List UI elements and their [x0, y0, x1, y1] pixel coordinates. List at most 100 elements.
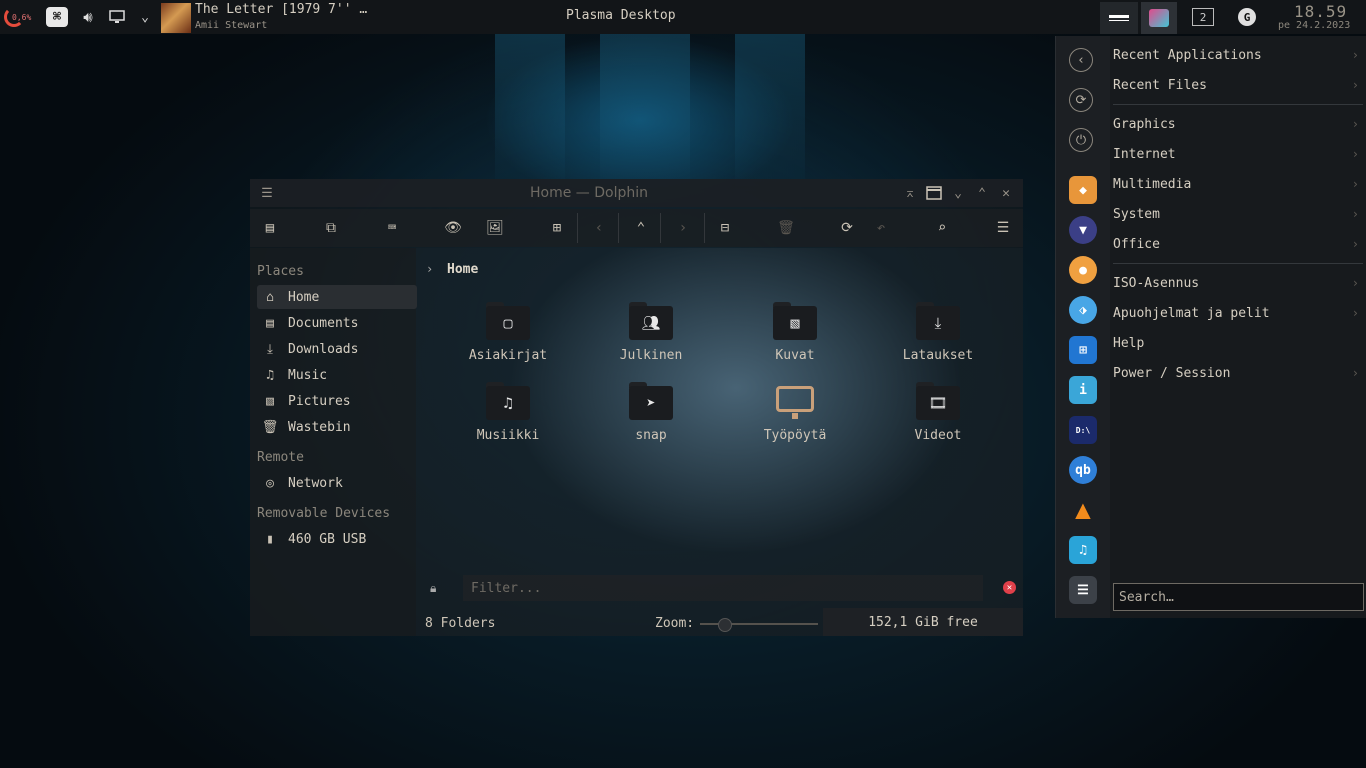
places-item-home[interactable]: ⌂ Home	[257, 285, 417, 309]
menu-graphics[interactable]: Graphics ›	[1113, 112, 1363, 136]
menu-apuohjelmat-ja-pelit[interactable]: Apuohjelmat ja pelit ›	[1113, 301, 1363, 325]
power-icon[interactable]: ⏻	[1069, 128, 1093, 152]
keep-above-icon[interactable]: ⌅	[900, 183, 920, 203]
places-item-wastebin[interactable]: 🗑︎ Wastebin	[257, 415, 417, 439]
clock-time[interactable]: 18.59	[1294, 2, 1347, 21]
qbittorrent-icon[interactable]: qb	[1069, 456, 1097, 484]
folder-item[interactable]: ⤓ Lataukset	[883, 302, 993, 363]
task-manager-app-button[interactable]	[1141, 2, 1177, 34]
vlc-icon[interactable]: ▲	[1069, 495, 1097, 525]
menu-multimedia[interactable]: Multimedia ›	[1113, 172, 1363, 196]
places-item-music[interactable]: ♫ Music	[257, 363, 417, 387]
menu-internet[interactable]: Internet ›	[1113, 142, 1363, 166]
split-view-icon[interactable]: ▤	[258, 217, 282, 239]
menu-power-session[interactable]: Power / Session ›	[1113, 361, 1363, 385]
app-icon[interactable]: ●	[1069, 256, 1097, 284]
virtual-desktop-pager[interactable]: 2	[1192, 8, 1214, 26]
menu-iso-asennus[interactable]: ISO-Asennus ›	[1113, 271, 1363, 295]
undo-icon[interactable]: ↶	[869, 217, 893, 239]
media-title[interactable]: The Letter [1979 7'' …	[195, 2, 367, 17]
folder-item[interactable]: ♫ Musiikki	[453, 382, 563, 443]
places-item-label: Home	[288, 289, 320, 305]
zoom-slider-handle[interactable]	[717, 618, 732, 632]
g-icon[interactable]: G	[1238, 8, 1256, 26]
close-icon[interactable]: ✕	[996, 183, 1016, 203]
new-window-icon[interactable]: ⧉	[319, 217, 343, 239]
folder-item[interactable]: Työpöytä	[740, 382, 850, 443]
window-titlebar[interactable]: ☰ Home — Dolphin ⌅ ⌄ ⌃ ✕	[250, 179, 1023, 207]
places-item-usb[interactable]: ▮ 460 GB USB	[257, 527, 417, 551]
public-folder-icon: 👥︎	[629, 306, 673, 340]
reload-icon[interactable]: ⟳	[835, 217, 859, 239]
folder-label: snap	[635, 428, 667, 443]
settings-icon[interactable]: ☰	[1069, 576, 1097, 604]
application-menu-button[interactable]	[1100, 2, 1138, 34]
filter-input[interactable]	[463, 575, 983, 601]
display-icon[interactable]	[107, 7, 127, 27]
album-art[interactable]	[161, 3, 191, 33]
delete-icon[interactable]: 🗑︎	[774, 217, 798, 239]
menu-separator	[1113, 104, 1363, 105]
clock-date[interactable]: pe 24.2.2023	[1278, 20, 1350, 31]
places-item-label: Wastebin	[288, 419, 351, 435]
back-icon[interactable]: ‹	[587, 217, 611, 239]
zoom-label: Zoom:	[655, 616, 695, 631]
refresh-icon[interactable]: ⟳	[1069, 88, 1093, 112]
hamburger-menu-icon[interactable]: ☰	[257, 183, 277, 203]
folder-item[interactable]: ▢ Asiakirjat	[453, 302, 563, 363]
breadcrumb-chevron-icon[interactable]: ›	[426, 262, 433, 276]
maximize-icon[interactable]: ⌃	[972, 183, 992, 203]
store-icon[interactable]: ⊞	[1069, 336, 1097, 364]
places-item-documents[interactable]: ▤ Documents	[257, 311, 417, 335]
chevron-right-icon: ›	[1351, 117, 1359, 131]
tag-icon[interactable]: ⬗	[1069, 296, 1097, 324]
terminal-icon[interactable]: D:\	[1069, 416, 1097, 444]
back-icon[interactable]: ‹	[1069, 48, 1093, 72]
menu-item-label: Recent Files	[1113, 77, 1207, 93]
chevron-down-icon[interactable]: ⌄	[137, 7, 153, 27]
add-panel-icon[interactable]: ⊟	[713, 217, 737, 239]
image-icon[interactable]: 🖼︎	[483, 217, 507, 239]
places-item-pictures[interactable]: ▧ Pictures	[257, 389, 417, 413]
window-icon[interactable]	[924, 183, 944, 203]
places-item-network[interactable]: ◎ Network	[257, 471, 417, 495]
folder-item[interactable]: ➤ snap	[596, 382, 706, 443]
folder-item[interactable]: 👥︎ Julkinen	[596, 302, 706, 363]
new-folder-icon[interactable]: ⊞	[545, 217, 569, 239]
app-launcher-icon[interactable]: ⌘	[46, 7, 68, 27]
top-panel: 0,6% ⌘ 🔊︎ ⌄ The Letter [1979 7'' … Amii …	[0, 0, 1366, 34]
volume-icon[interactable]: 🔊︎	[78, 7, 98, 27]
media-artist[interactable]: Amii Stewart	[195, 20, 267, 31]
music-app-icon[interactable]: ♫	[1069, 536, 1097, 564]
folder-item[interactable]: ▧ Kuvat	[740, 302, 850, 363]
chevron-right-icon: ›	[1351, 78, 1359, 92]
places-item-label: Downloads	[288, 341, 359, 357]
lock-icon[interactable]: 🔒︎	[430, 581, 436, 596]
menu-system[interactable]: System ›	[1113, 202, 1363, 226]
cpu-monitor-widget[interactable]: 0,6%	[2, 4, 32, 30]
app-icon[interactable]: ◆	[1069, 176, 1097, 204]
main-menu-icon[interactable]: ☰	[991, 217, 1015, 239]
menu-recent-applications[interactable]: Recent Applications ›	[1113, 43, 1363, 67]
places-item-downloads[interactable]: ⤓ Downloads	[257, 337, 417, 361]
forward-icon[interactable]: ›	[671, 217, 695, 239]
menu-office[interactable]: Office ›	[1113, 232, 1363, 256]
home-icon: ⌂	[266, 289, 274, 305]
application-launcher: ‹ ⟳ ⏻ ◆ ▼ ● ⬗ ⊞ i D:\ qb ▲ ♫ ☰ Recent Ap…	[1055, 36, 1366, 618]
launcher-search-input[interactable]	[1113, 583, 1364, 611]
chevron-right-icon: ›	[1351, 237, 1359, 251]
terminal-icon[interactable]: ⌨	[380, 217, 404, 239]
breadcrumb[interactable]: Home	[447, 262, 478, 277]
free-space-indicator[interactable]: 152,1 GiB free	[823, 608, 1023, 636]
clear-filter-icon[interactable]: ✕	[1003, 581, 1016, 594]
menu-item-label: Multimedia	[1113, 176, 1192, 192]
minimize-icon[interactable]: ⌄	[948, 183, 968, 203]
search-icon[interactable]: ⌕	[930, 217, 954, 239]
menu-help[interactable]: Help	[1113, 331, 1363, 355]
up-icon[interactable]: ⌃	[629, 217, 653, 239]
folder-item[interactable]: 🎞︎ Videot	[883, 382, 993, 443]
info-icon[interactable]: i	[1069, 376, 1097, 404]
preview-eye-icon[interactable]: 👁︎	[441, 217, 465, 239]
menu-recent-files[interactable]: Recent Files ›	[1113, 73, 1363, 97]
brave-icon[interactable]: ▼	[1069, 216, 1097, 244]
